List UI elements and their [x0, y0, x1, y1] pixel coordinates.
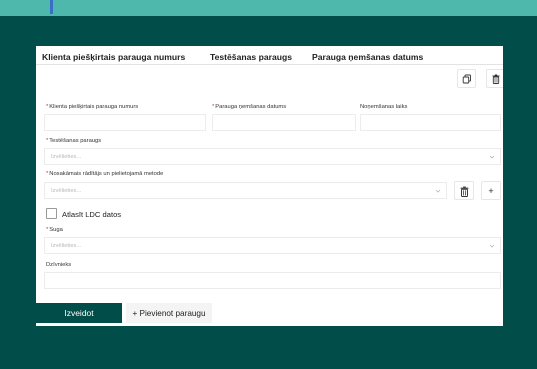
copy-button[interactable] [457, 69, 476, 88]
animal-field[interactable] [44, 272, 501, 289]
animal-label: Dzīvnieks [46, 262, 72, 268]
header-sampling-date: Parauga ņemšanas datums [312, 52, 424, 62]
sampling-date-input[interactable] [213, 115, 355, 130]
chevron-down-icon [489, 155, 495, 159]
indicator-placeholder: Izvēlieties... [51, 188, 82, 194]
remove-indicator-button[interactable] [454, 181, 474, 200]
sample-form-card: Klienta piešķirtais parauga numurs Testē… [36, 46, 503, 326]
delete-sample-button[interactable] [486, 69, 503, 88]
animal-input[interactable] [45, 273, 500, 288]
sampling-date-label: *Parauga ņemšanas datums [212, 104, 287, 110]
species-label: *Suga [46, 227, 63, 233]
chevron-down-icon [489, 244, 495, 248]
indicator-select[interactable]: Izvēlieties... [44, 182, 447, 199]
copy-icon [462, 74, 471, 84]
card-header: Klienta piešķirtais parauga numurs Testē… [36, 46, 503, 65]
test-sample-label: *Testēšanas paraugs [46, 138, 102, 144]
add-sample-button[interactable]: + Pievienot paraugu [126, 303, 212, 323]
test-sample-placeholder: Izvēlieties... [51, 154, 82, 160]
sampling-time-input[interactable] [361, 115, 500, 130]
trash-icon [492, 74, 500, 84]
add-indicator-button[interactable]: + [481, 181, 501, 200]
sampling-time-field[interactable] [360, 114, 501, 131]
trash-icon [460, 186, 469, 197]
top-strip [0, 0, 537, 16]
species-placeholder: Izvēlieties... [51, 243, 82, 249]
client-number-input[interactable] [45, 115, 205, 130]
test-sample-select[interactable]: Izvēlieties... [44, 148, 501, 165]
client-number-label: *Klienta piešķirtais parauga numurs [46, 104, 139, 110]
indicator-label: *Nosakāmais rādītājs un pielietojamā met… [46, 171, 164, 177]
header-test-sample: Testēšanas paraugs [210, 52, 292, 62]
top-accent-bar [50, 0, 53, 14]
sampling-date-field[interactable] [212, 114, 356, 131]
client-number-field[interactable] [44, 114, 206, 131]
chevron-down-icon [435, 189, 441, 193]
create-button[interactable]: Izveidot [36, 303, 122, 323]
sampling-time-label: Noņemšanas laiks [360, 104, 408, 110]
species-select[interactable]: Izvēlieties... [44, 237, 501, 254]
ldc-checkbox[interactable] [46, 208, 57, 219]
header-client-number: Klienta piešķirtais parauga numurs [42, 52, 186, 62]
ldc-checkbox-label: Atlasīt LDC datos [62, 210, 122, 219]
